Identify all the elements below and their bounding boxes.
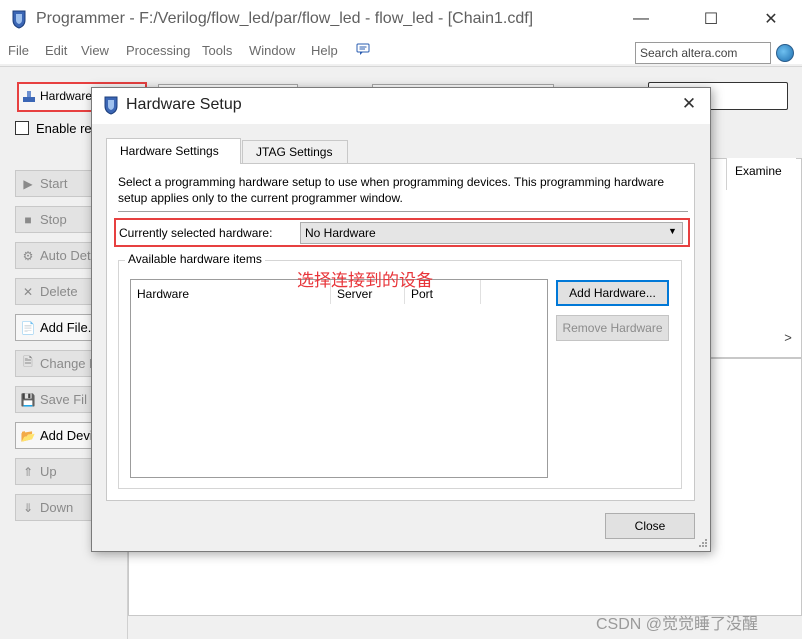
available-hardware-title: Available hardware items <box>125 252 265 266</box>
delete-icon: ✕ <box>22 284 34 299</box>
delete-label: Delete <box>40 284 78 299</box>
close-button[interactable]: Close <box>605 513 695 539</box>
window-title: Programmer - F:/Verilog/flow_led/par/flo… <box>36 10 534 27</box>
menu-view[interactable]: View <box>81 43 109 58</box>
up-icon: ⇑ <box>22 464 34 479</box>
hardware-setup-label: Hardware <box>40 89 93 103</box>
remove-hardware-button[interactable]: Remove Hardware <box>556 315 669 341</box>
annotation-text: 选择连接到的设备 <box>297 271 433 290</box>
add-file-icon: 📄 <box>20 320 36 335</box>
close-window-button[interactable]: ✕ <box>748 0 794 38</box>
maximize-button[interactable]: ☐ <box>688 0 734 38</box>
menu-processing[interactable]: Processing <box>126 43 190 58</box>
auto-detect-icon: ⚙ <box>22 248 34 263</box>
tab-hardware-settings[interactable]: Hardware Settings <box>106 138 241 164</box>
tab-jtag-settings[interactable]: JTAG Settings <box>242 140 348 163</box>
stop-label: Stop <box>40 212 67 227</box>
hardware-icon <box>23 91 35 102</box>
enable-realtime-checkbox[interactable] <box>15 121 29 135</box>
down-label: Down <box>40 500 74 515</box>
column-header-examine[interactable]: Examine <box>726 158 796 190</box>
scroll-right-arrow[interactable]: > <box>780 330 796 346</box>
chat-help-icon[interactable] <box>356 43 370 55</box>
quartus-app-icon <box>12 10 26 29</box>
add-hardware-button[interactable]: Add Hardware... <box>556 280 669 306</box>
search-input[interactable]: Search altera.com <box>635 42 771 64</box>
add-file-label: Add File... <box>40 320 99 335</box>
change-file-icon: 🗎 <box>23 355 33 369</box>
menu-edit[interactable]: Edit <box>45 43 67 58</box>
menu-help[interactable]: Help <box>311 43 338 58</box>
hardware-select[interactable]: No Hardware <box>300 222 683 244</box>
dropdown-arrow-icon[interactable]: ▼ <box>668 226 677 236</box>
start-label: Start <box>40 176 68 191</box>
menu-window[interactable]: Window <box>249 43 295 58</box>
save-file-icon: 💾 <box>20 392 36 407</box>
menu-file[interactable]: File <box>8 43 29 58</box>
auto-detect-label: Auto Dete <box>40 248 98 263</box>
divider <box>118 211 688 212</box>
dialog-app-icon <box>104 96 118 115</box>
description-text: Select a programming hardware setup to u… <box>118 175 665 205</box>
dialog-title: Hardware Setup <box>126 96 242 113</box>
minimize-button[interactable]: — <box>618 0 664 38</box>
start-icon: ▶ <box>23 176 33 191</box>
stop-icon: ■ <box>24 212 32 227</box>
up-label: Up <box>40 464 57 479</box>
hardware-table[interactable] <box>130 279 548 478</box>
enable-realtime-label: Enable re <box>36 121 92 136</box>
down-icon: ⇓ <box>22 500 34 515</box>
add-device-icon: 📂 <box>20 428 36 443</box>
globe-icon[interactable] <box>776 44 794 62</box>
watermark: CSDN @觉觉睡了没醒 <box>596 616 759 633</box>
dialog-close-icon[interactable]: ✕ <box>678 94 700 116</box>
resize-grip-icon[interactable] <box>696 536 708 548</box>
save-file-label: Save Fil <box>40 392 87 407</box>
currently-selected-label: Currently selected hardware: <box>119 226 273 240</box>
menu-tools[interactable]: Tools <box>202 43 232 58</box>
